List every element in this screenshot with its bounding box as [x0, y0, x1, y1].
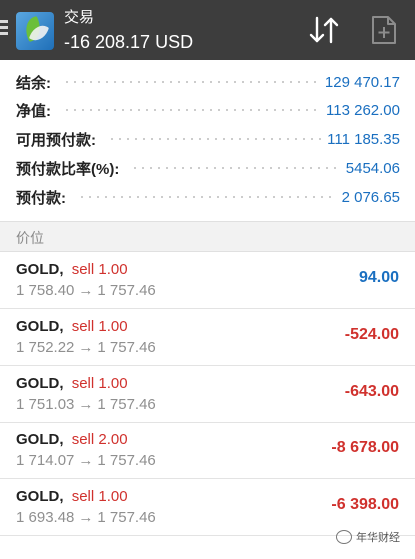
arrow-right-icon: →	[78, 282, 94, 299]
current-price: 1 757.46	[97, 452, 156, 469]
dotted-leader	[78, 196, 336, 198]
new-order-button[interactable]	[370, 14, 398, 46]
open-price: 1 714.07	[16, 452, 75, 469]
dotted-leader	[108, 138, 322, 140]
current-price: 1 757.46	[97, 509, 156, 526]
position-header: GOLD, sell 1.00	[16, 318, 128, 335]
page-title: 交易	[64, 9, 95, 26]
separator: ,	[59, 488, 64, 505]
app-bar: 交易 -16 208.17 USD	[0, 0, 415, 60]
position-prices: 1 714.07 → 1 757.46	[16, 452, 156, 469]
sort-arrows-icon	[309, 16, 339, 44]
watermark-text: 年华财经	[356, 532, 400, 544]
position-header: GOLD, sell 1.00	[16, 261, 128, 278]
positions-section-header: 价位	[0, 222, 415, 252]
summary-label: 净值:	[16, 102, 51, 120]
summary-label: 结余:	[16, 74, 51, 92]
position-symbol: GOLD	[16, 488, 60, 505]
position-row[interactable]: GOLD, sell 1.00 1 693.48 → 1 757.46 -6 398…	[0, 480, 415, 536]
summary-row-free-margin: 可用预付款: 111 185.35	[16, 125, 400, 153]
separator: ,	[59, 431, 64, 448]
position-side: sell 1.00	[71, 261, 128, 278]
summary-label: 预付款比率(%):	[16, 160, 120, 178]
open-price: 1 693.48	[16, 509, 75, 526]
new-order-icon	[372, 16, 396, 44]
current-price: 1 757.46	[97, 396, 156, 413]
section-label: 价位	[16, 230, 44, 246]
arrow-right-icon: →	[78, 509, 94, 526]
profit-subtitle: -16 208.17 USD	[64, 32, 194, 52]
summary-value: 113 262.00	[326, 101, 400, 119]
position-row[interactable]: GOLD, sell 1.00 1 758.40 → 1 757.46 94.00	[0, 253, 415, 309]
position-profit: -6 398.00	[331, 496, 399, 513]
summary-row-margin: 预付款: 2 076.65	[16, 183, 400, 211]
arrow-right-icon: →	[78, 452, 94, 469]
position-row[interactable]: GOLD, sell 1.00 1 751.03 → 1 757.46 -643.0…	[0, 367, 415, 423]
position-header: GOLD, sell 1.00	[16, 375, 128, 392]
watermark: 年华财经	[336, 529, 400, 545]
arrow-right-icon: →	[78, 396, 94, 413]
current-price: 1 757.46	[97, 282, 156, 299]
position-prices: 1 758.40 → 1 757.46	[16, 282, 156, 299]
summary-row-balance: 结余: 129 470.17	[16, 68, 400, 96]
summary-value: 129 470.17	[324, 73, 400, 91]
position-prices: 1 693.48 → 1 757.46	[16, 509, 156, 526]
summary-value: 111 185.35	[327, 130, 400, 148]
position-symbol: GOLD	[16, 375, 60, 392]
separator: ,	[59, 261, 64, 278]
position-symbol: GOLD	[16, 431, 60, 448]
separator: ,	[59, 318, 64, 335]
summary-label: 可用预付款:	[16, 131, 96, 149]
position-symbol: GOLD	[16, 261, 60, 278]
drawer-handle[interactable]	[0, 20, 10, 40]
separator: ,	[59, 375, 64, 392]
dotted-leader	[63, 81, 319, 83]
sort-button[interactable]	[306, 14, 342, 46]
open-price: 1 752.22	[16, 339, 75, 356]
app-logo-icon[interactable]	[16, 12, 54, 50]
summary-label: 预付款:	[16, 189, 66, 207]
position-symbol: GOLD	[16, 318, 60, 335]
position-side: sell 1.00	[71, 375, 128, 392]
position-row[interactable]: GOLD, sell 1.00 1 752.22 → 1 757.46 -524.0…	[0, 310, 415, 366]
position-side: sell 1.00	[71, 488, 128, 505]
account-summary: 结余: 129 470.17 净值: 113 262.00 可用预付款: 111…	[0, 60, 415, 222]
position-prices: 1 751.03 → 1 757.46	[16, 396, 156, 413]
open-price: 1 751.03	[16, 396, 75, 413]
dotted-leader	[63, 109, 321, 111]
dotted-leader	[131, 167, 340, 169]
position-row[interactable]: GOLD, sell 2.00 1 714.07 → 1 757.46 -8 678…	[0, 423, 415, 479]
open-price: 1 758.40	[16, 282, 75, 299]
position-profit: -643.00	[344, 383, 399, 400]
summary-value: 5454.06	[345, 159, 400, 177]
summary-value: 2 076.65	[341, 188, 400, 206]
position-side: sell 2.00	[71, 431, 128, 448]
position-header: GOLD, sell 2.00	[16, 431, 128, 448]
summary-row-margin-level: 预付款比率(%): 5454.06	[16, 154, 400, 182]
position-header: GOLD, sell 1.00	[16, 488, 128, 505]
position-side: sell 1.00	[71, 318, 128, 335]
title-block: 交易 -16 208.17 USD	[64, 8, 193, 54]
position-profit: 94.00	[358, 269, 399, 286]
summary-row-equity: 净值: 113 262.00	[16, 96, 400, 124]
arrow-right-icon: →	[78, 339, 94, 356]
chat-bubble-icon	[336, 530, 352, 544]
position-profit: -524.00	[344, 326, 399, 343]
position-profit: -8 678.00	[331, 439, 399, 456]
current-price: 1 757.46	[97, 339, 156, 356]
position-prices: 1 752.22 → 1 757.46	[16, 339, 156, 356]
